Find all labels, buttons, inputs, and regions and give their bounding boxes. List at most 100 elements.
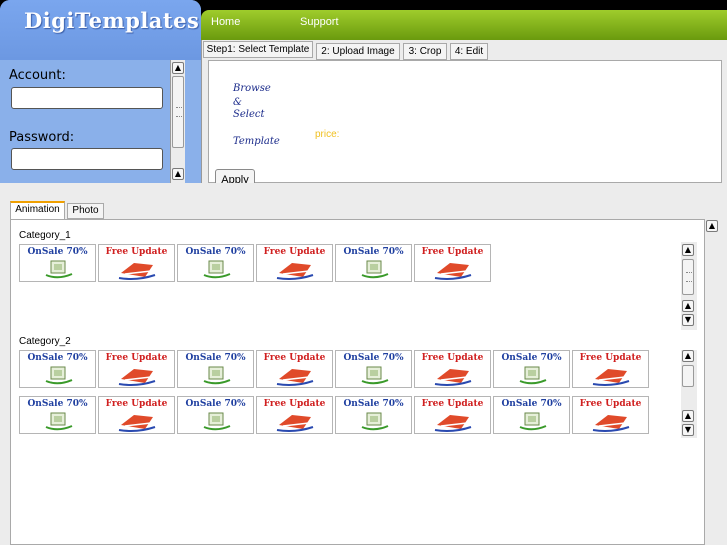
- thumbnail-title: OnSale 70%: [27, 353, 88, 363]
- template-thumbnail[interactable]: Free Update: [414, 350, 491, 388]
- scroll-up-icon[interactable]: ▲: [682, 244, 694, 256]
- thumbnail-title: Free Update: [421, 399, 484, 409]
- template-thumbnail[interactable]: Free Update: [572, 350, 649, 388]
- login-scrollbar[interactable]: ▲ ▲: [170, 60, 185, 183]
- row-scrollbar[interactable]: ▲ ▲ ▼: [681, 350, 697, 438]
- free-update-car-icon: [276, 263, 314, 280]
- free-update-car-icon: [434, 369, 472, 386]
- template-thumbnail[interactable]: OnSale 70%: [177, 396, 254, 434]
- grip-icon: [686, 272, 692, 282]
- template-thumbnail[interactable]: Free Update: [256, 396, 333, 434]
- template-thumbnail[interactable]: OnSale 70%: [493, 396, 570, 434]
- scroll-up-icon[interactable]: ▲: [682, 350, 694, 362]
- free-update-car-icon: [592, 369, 630, 386]
- template-thumbnail[interactable]: OnSale 70%: [335, 244, 412, 282]
- sale-monitor-icon: [361, 260, 389, 279]
- free-update-car-icon: [118, 263, 156, 280]
- wizard-area: Step1: Select Template 2: Upload Image 3…: [201, 40, 727, 189]
- password-input[interactable]: [11, 148, 163, 170]
- thumbnail-title: Free Update: [579, 353, 642, 363]
- free-update-car-icon: [434, 415, 472, 432]
- template-thumbnail[interactable]: OnSale 70%: [177, 350, 254, 388]
- scroll-thumb[interactable]: [682, 365, 694, 387]
- template-thumbnail[interactable]: Free Update: [414, 396, 491, 434]
- scroll-down-icon[interactable]: ▼: [682, 424, 694, 436]
- free-update-car-icon: [118, 415, 156, 432]
- scroll-up-icon[interactable]: ▲: [682, 300, 694, 312]
- tab-animation[interactable]: Animation: [10, 201, 65, 220]
- thumbnail-title: OnSale 70%: [343, 399, 404, 409]
- password-label: Password:: [9, 130, 75, 145]
- template-thumbnail[interactable]: Free Update: [414, 244, 491, 282]
- nav-home[interactable]: Home: [211, 16, 240, 28]
- scroll-thumb[interactable]: [172, 76, 184, 148]
- free-update-car-icon: [434, 263, 472, 280]
- logo-panel: DigiTemplates Account: Password: ▲ ▲: [0, 0, 201, 183]
- template-thumbnail[interactable]: Free Update: [98, 244, 175, 282]
- login-form: Account: Password:: [0, 60, 186, 183]
- thumbnail-title: OnSale 70%: [343, 247, 404, 257]
- scroll-thumb[interactable]: [682, 259, 694, 295]
- free-update-car-icon: [118, 369, 156, 386]
- tab-upload-image[interactable]: 2: Upload Image: [316, 43, 400, 60]
- scroll-down-icon[interactable]: ▼: [682, 314, 694, 326]
- site-logo[interactable]: DigiTemplates: [24, 8, 199, 33]
- template-thumbnail[interactable]: OnSale 70%: [19, 244, 96, 282]
- template-thumbnail[interactable]: Free Update: [572, 396, 649, 434]
- template-thumbnail[interactable]: Free Update: [256, 350, 333, 388]
- sale-monitor-icon: [519, 366, 547, 385]
- account-input[interactable]: [11, 87, 163, 109]
- free-update-car-icon: [276, 415, 314, 432]
- app-window: DigiTemplates Account: Password: ▲ ▲ Hom…: [0, 0, 727, 545]
- free-update-car-icon: [276, 369, 314, 386]
- sale-monitor-icon: [361, 412, 389, 431]
- thumbnail-title: OnSale 70%: [185, 353, 246, 363]
- template-thumbnail[interactable]: Free Update: [98, 396, 175, 434]
- nav-support[interactable]: Support: [300, 16, 339, 28]
- template-thumbnail[interactable]: OnSale 70%: [19, 396, 96, 434]
- tab-photo[interactable]: Photo: [67, 203, 104, 219]
- account-label: Account:: [9, 68, 66, 83]
- thumbnail-title: OnSale 70%: [185, 247, 246, 257]
- category-label: Category_1: [19, 230, 71, 241]
- template-thumbnail[interactable]: Free Update: [98, 350, 175, 388]
- logo-bar: DigiTemplates: [0, 0, 201, 60]
- tab-crop[interactable]: 3: Crop: [403, 43, 447, 60]
- free-update-car-icon: [592, 415, 630, 432]
- price-label: price:: [315, 129, 340, 140]
- template-thumbnail[interactable]: Free Update: [256, 244, 333, 282]
- scroll-up-icon[interactable]: ▲: [172, 62, 184, 74]
- browse-text: Browse: [233, 83, 271, 94]
- sale-monitor-icon: [361, 366, 389, 385]
- thumbnail-title: Free Update: [105, 399, 168, 409]
- category-label: Category_2: [19, 336, 71, 347]
- template-thumbnail[interactable]: OnSale 70%: [177, 244, 254, 282]
- row-scrollbar[interactable]: ▲ ▲ ▼: [681, 242, 697, 330]
- ampersand-text: &: [233, 97, 242, 108]
- thumbnail-title: Free Update: [421, 353, 484, 363]
- thumbnail-title: OnSale 70%: [501, 399, 562, 409]
- thumbnail-title: Free Update: [579, 399, 642, 409]
- sale-monitor-icon: [45, 412, 73, 431]
- template-thumbnail[interactable]: OnSale 70%: [335, 350, 412, 388]
- tab-select-template[interactable]: Step1: Select Template: [203, 41, 313, 58]
- thumbnail-title: OnSale 70%: [343, 353, 404, 363]
- thumbnail-title: OnSale 70%: [501, 353, 562, 363]
- scroll-up-icon[interactable]: ▲: [172, 168, 184, 180]
- nav-bar: Home Support: [201, 10, 727, 40]
- thumbnail-title: Free Update: [105, 247, 168, 257]
- template-thumbnail[interactable]: OnSale 70%: [335, 396, 412, 434]
- template-gallery: Animation Photo Category_1 OnSale 70% Free…: [0, 183, 727, 545]
- scroll-up-icon[interactable]: ▲: [682, 410, 694, 422]
- thumbnail-title: OnSale 70%: [185, 399, 246, 409]
- thumbnail-title: Free Update: [263, 353, 326, 363]
- thumbnail-title: Free Update: [105, 353, 168, 363]
- scroll-up-icon[interactable]: ▲: [706, 220, 718, 232]
- sale-monitor-icon: [203, 412, 231, 431]
- sale-monitor-icon: [45, 366, 73, 385]
- template-thumbnail[interactable]: OnSale 70%: [19, 350, 96, 388]
- tab-edit[interactable]: 4: Edit: [450, 43, 488, 60]
- gallery-scrollbar[interactable]: ▲: [704, 219, 718, 545]
- template-thumbnail[interactable]: OnSale 70%: [493, 350, 570, 388]
- thumbnail-title: Free Update: [263, 399, 326, 409]
